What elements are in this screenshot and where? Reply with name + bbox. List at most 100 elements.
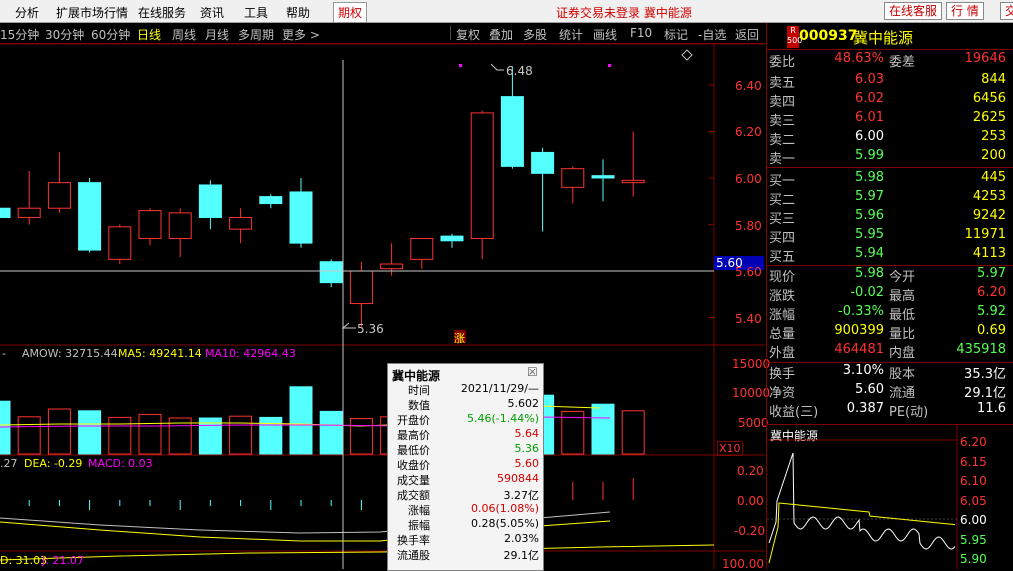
tooltip-row: 成交额 3.27亿 [388, 487, 543, 502]
volume-bar[interactable] [17, 416, 41, 455]
candle-body[interactable] [229, 217, 253, 230]
macd-value: MACD: 0.03 [88, 457, 153, 470]
kdj-j-value: J: 21.07 [42, 554, 84, 567]
tooltip-row: 最高价 5.64 [388, 427, 543, 442]
kdj-line [0, 544, 715, 561]
candle-body[interactable] [319, 261, 343, 284]
candle-body[interactable] [410, 237, 434, 260]
tooltip-row: 振幅 0.28(5.05%) [388, 517, 543, 532]
volume-bar[interactable] [78, 410, 102, 455]
intraday-mini-chart[interactable] [767, 23, 1013, 569]
tooltip-key: 开盘价 [397, 414, 430, 427]
candle-body[interactable] [17, 207, 41, 219]
tooltip-key: 流通股 [397, 549, 430, 562]
macd-axis-label: 0.00 [737, 494, 764, 508]
close-icon[interactable]: ☒ [527, 365, 538, 379]
candle-body[interactable] [531, 151, 555, 174]
tooltip-key: 成交额 [397, 489, 430, 502]
tooltip-row: 最低价 5.36 [388, 442, 543, 457]
candle-body[interactable] [380, 263, 404, 270]
volume-bar[interactable] [138, 413, 162, 455]
ma10-value: MA10: 42964.43 [205, 347, 296, 360]
tooltip-row: 数值 5.602 [388, 397, 543, 412]
price-axis-label: 6.00 [735, 172, 762, 186]
candle-body[interactable] [500, 96, 524, 167]
candle-body[interactable] [289, 191, 313, 244]
candle-body[interactable] [138, 210, 162, 239]
tooltip-key: 最低价 [397, 444, 430, 457]
tooltip-value: 5.36 [514, 442, 540, 455]
candle-body[interactable] [108, 226, 132, 260]
candle-body[interactable] [168, 212, 192, 239]
volume-bar[interactable] [591, 403, 615, 455]
kdj-d-value: D: 31.03 [0, 554, 48, 567]
kline-chart[interactable] [0, 0, 765, 569]
volume-bar[interactable] [47, 408, 71, 455]
dea-value: DEA: -0.29 [24, 457, 83, 470]
tooltip-value: 590844 [497, 472, 539, 485]
quote-panel: R 500 000937 冀中能源 委比 48.63% 委差 19646 卖五 6.03 8… [766, 23, 1013, 569]
tooltip-row: 流通股 29.1亿 [388, 547, 543, 562]
volume-bar[interactable] [0, 400, 11, 455]
event-marker [608, 64, 611, 67]
tooltip-key: 成交量 [397, 474, 430, 487]
tooltip-row: 成交量 590844 [388, 472, 543, 487]
tooltip-value: 0.28(5.05%) [470, 517, 539, 530]
candle-body[interactable] [561, 168, 585, 188]
mini-average-line [768, 502, 956, 564]
candle-body[interactable] [259, 196, 283, 205]
candle-body[interactable] [47, 182, 71, 209]
tooltip-key: 振幅 [408, 519, 430, 532]
volume-bar[interactable] [229, 415, 253, 455]
tooltip-value: 5.602 [507, 397, 540, 410]
tooltip-key: 最高价 [397, 429, 430, 442]
price-axis-label: 5.40 [735, 312, 762, 326]
candle-body[interactable] [621, 179, 645, 184]
low-price-annotation: 5.36 [357, 322, 384, 336]
volume-bar[interactable] [621, 410, 645, 455]
trade-button[interactable]: 交 [1000, 2, 1013, 20]
price-axis-label: 6.20 [735, 125, 762, 139]
tooltip-value: 0.06(1.08%) [470, 502, 539, 515]
tooltip-value: 5.64 [514, 427, 540, 440]
diff-value: .27 [0, 457, 18, 470]
candle-body[interactable] [198, 184, 222, 219]
quote-button[interactable]: 行 情 [946, 2, 984, 20]
tooltip-key: 换手率 [397, 534, 430, 547]
volume-unit-label: X10 [717, 441, 743, 456]
volume-axis-label: 15000 [732, 357, 771, 371]
amow-value: AMOW: 32715.44 [22, 347, 118, 360]
candle-body[interactable] [440, 235, 464, 242]
macd-axis-label: -0.20 [734, 524, 766, 538]
data-tooltip-window[interactable]: 冀中能源 ☒ 时间 2021/11/29/— 数值 5.602 开盘价 5.46(-1.4… [387, 363, 544, 571]
candle-body[interactable] [349, 270, 373, 305]
online-service-button[interactable]: 在线客服 [884, 2, 943, 20]
tooltip-value: 3.27亿 [503, 489, 540, 502]
high-price-annotation: 6.48 [506, 64, 533, 78]
ma5-value: MA5: 49241.14 [118, 347, 202, 360]
tooltip-value: 29.1亿 [503, 549, 540, 562]
candle-body[interactable] [0, 207, 11, 219]
tooltip-row: 涨幅 0.06(1.08%) [388, 502, 543, 517]
zhang-mark: 涨 [454, 332, 465, 345]
tooltip-value: 2021/11/29/— [460, 382, 539, 395]
tooltip-row: 换手率 2.03% [388, 532, 543, 547]
volume-bar[interactable] [319, 410, 343, 455]
tooltip-key: 时间 [408, 384, 430, 397]
diamond-icon[interactable] [681, 49, 693, 61]
tooltip-row: 收盘价 5.60 [388, 457, 543, 472]
candle-body[interactable] [78, 182, 102, 251]
crosshair-price-label: 5.60 [716, 256, 743, 270]
volume-indicator-name: - [2, 347, 6, 360]
volume-bar[interactable] [349, 418, 373, 455]
price-axis-label: 5.80 [735, 219, 762, 233]
price-axis-label: 6.40 [735, 79, 762, 93]
volume-bar[interactable] [289, 386, 313, 455]
tooltip-value: 5.46(-1.44%) [467, 412, 539, 425]
tooltip-key: 数值 [408, 399, 430, 412]
candle-body[interactable] [591, 175, 615, 179]
volume-bar[interactable] [108, 416, 132, 455]
volume-axis-label: 10000 [732, 386, 771, 400]
candle-body[interactable] [470, 112, 494, 239]
tooltip-key: 涨幅 [408, 504, 430, 517]
